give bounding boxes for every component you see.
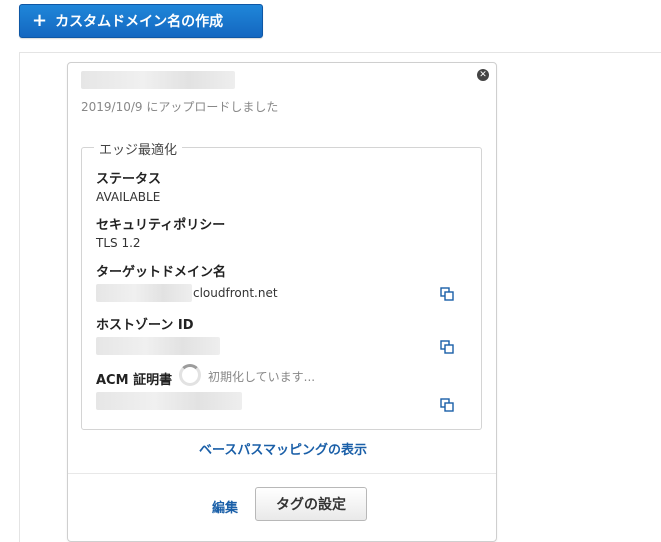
target-domain-label: ターゲットドメイン名: [96, 265, 227, 280]
status-label: ステータス: [96, 172, 162, 187]
redacted-domain-name: [81, 71, 235, 89]
security-policy-value: TLS 1.2: [96, 236, 141, 250]
create-custom-domain-button[interactable]: + カスタムドメイン名の作成: [19, 4, 263, 38]
close-icon[interactable]: ✕: [477, 69, 489, 81]
copy-icon[interactable]: [440, 340, 454, 354]
create-custom-domain-label: カスタムドメイン名の作成: [55, 14, 224, 30]
uploaded-date: 2019/10/9 にアップロードしました: [81, 100, 279, 114]
redacted-acm-certificate: [96, 392, 242, 410]
copy-icon[interactable]: [440, 287, 454, 301]
copy-icon[interactable]: [440, 398, 454, 412]
acm-certificate-label: ACM 証明書: [96, 373, 173, 388]
spinner-icon: [179, 364, 201, 386]
divider: [68, 473, 496, 474]
security-policy-label: セキュリティポリシー: [96, 218, 226, 233]
base-path-mapping-link[interactable]: ベースパスマッピングの表示: [68, 439, 498, 458]
status-value: AVAILABLE: [96, 190, 161, 204]
redacted-target-domain: [96, 284, 192, 302]
target-domain-suffix: cloudfront.net: [193, 286, 278, 300]
hosted-zone-label: ホストゾーン ID: [96, 318, 194, 333]
tag-settings-button[interactable]: タグの設定: [255, 487, 367, 521]
redacted-hosted-zone-id: [96, 337, 220, 355]
domain-card: ✕ 2019/10/9 にアップロードしました エッジ最適化 ステータス AVA…: [67, 62, 497, 542]
plus-icon: +: [32, 10, 48, 31]
edge-optimized-section: エッジ最適化 ステータス AVAILABLE セキュリティポリシー TLS 1.…: [81, 139, 482, 430]
section-title: エッジ最適化: [94, 139, 183, 158]
acm-status: 初期化しています...: [208, 370, 316, 384]
edit-link[interactable]: 編集: [212, 497, 238, 516]
